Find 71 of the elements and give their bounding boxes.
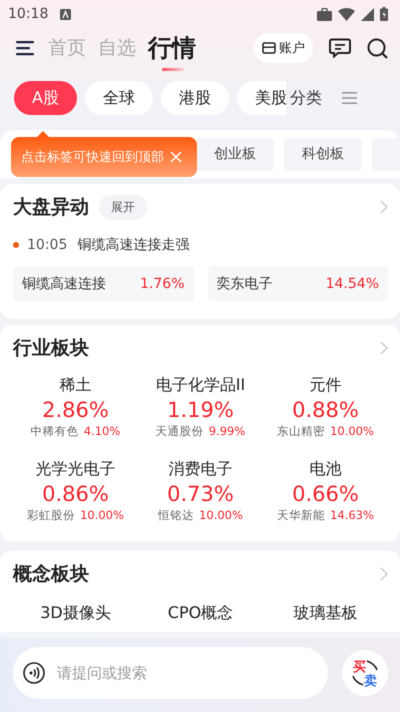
search-field[interactable]: 请提问或搜索: [13, 647, 328, 699]
sub-tab[interactable]: 科创板: [284, 138, 362, 170]
sell-label: 卖: [364, 673, 377, 690]
tooltip-text: 点击标签可快速回到顶部: [21, 149, 164, 166]
sector-change: 0.88%: [292, 398, 359, 422]
sector-name[interactable]: 电池: [310, 459, 342, 480]
section-title: 概念板块: [13, 562, 89, 587]
leader-stock: 彩虹股份: [27, 508, 76, 523]
stock-name: 奕东电子: [216, 274, 272, 292]
wallet-icon: [262, 42, 276, 54]
chevron-right-icon[interactable]: [380, 567, 388, 581]
chevron-right-icon[interactable]: [380, 200, 388, 214]
leader-stock: 天通股份: [156, 424, 204, 439]
market-tab[interactable]: 港股: [160, 81, 229, 115]
stock-name: 铜缆高速连接: [22, 274, 106, 292]
leader-stock: 恒铭达: [158, 508, 194, 523]
event-text: 铜缆高速连接走强: [77, 236, 190, 254]
sector-name[interactable]: 元件: [310, 375, 342, 396]
leader-change: 10.00%: [80, 508, 124, 523]
buy-label: 买: [353, 659, 366, 675]
trade-button[interactable]: 买 卖: [342, 650, 388, 696]
sector-name[interactable]: 光学光电子: [36, 459, 116, 480]
leader-stock: 中稀有色: [30, 424, 79, 439]
battery-icon: [380, 7, 388, 21]
sub-tab[interactable]: 创业板: [196, 138, 274, 170]
sector-change: 0.86%: [42, 482, 109, 506]
sector-name[interactable]: 3D摄像头: [40, 603, 111, 624]
close-icon[interactable]: [170, 151, 182, 163]
menu-icon[interactable]: [16, 40, 36, 56]
stock-chip[interactable]: 奕东电子 14.54%: [208, 266, 388, 301]
market-tab[interactable]: A股: [14, 81, 77, 115]
leader-stock: 东山精密: [277, 424, 326, 439]
leader-change: 9.99%: [208, 424, 246, 439]
market-tab[interactable]: 全球: [84, 81, 153, 115]
sector-name[interactable]: CPO概念: [168, 603, 234, 624]
bullet-dot-icon: [13, 242, 19, 248]
status-time: 10:18: [8, 6, 48, 22]
sector-change: 1.19%: [167, 398, 234, 422]
section-title: 行业板块: [13, 336, 89, 361]
signal-icon: [361, 8, 374, 20]
sector-name[interactable]: 玻璃基板: [294, 603, 358, 624]
briefcase-icon: [317, 8, 332, 20]
sector-name[interactable]: 消费电子: [168, 459, 232, 480]
leader-change: 4.10%: [84, 424, 120, 439]
stock-change: 1.76%: [140, 276, 184, 292]
stock-chip[interactable]: 铜缆高速连接 1.76%: [13, 266, 194, 301]
nav-tab[interactable]: 行情: [148, 24, 196, 72]
leader-change: 14.63%: [330, 508, 374, 523]
account-button[interactable]: 账户: [254, 33, 313, 63]
leader-stock: 天华新能: [277, 508, 326, 523]
message-icon[interactable]: [329, 38, 351, 58]
category-link[interactable]: 分类: [290, 88, 322, 108]
search-icon[interactable]: [367, 38, 388, 58]
list-icon[interactable]: [342, 91, 358, 105]
sector-change: 0.66%: [292, 482, 359, 506]
leader-change: 10.00%: [199, 508, 243, 523]
voice-icon[interactable]: [23, 662, 45, 684]
wifi-icon: [338, 8, 355, 20]
sector-change: 2.86%: [42, 398, 109, 422]
stock-change: 14.54%: [326, 276, 379, 292]
sector-change: 0.73%: [167, 482, 234, 506]
chevron-right-icon[interactable]: [380, 341, 388, 355]
notification-icon: [60, 8, 72, 20]
leader-change: 10.00%: [330, 424, 374, 439]
sector-name[interactable]: 电子化学品II: [156, 375, 246, 396]
account-label: 账户: [279, 40, 305, 57]
event-time: 10:05: [27, 237, 68, 253]
sector-name[interactable]: 稀土: [60, 375, 92, 396]
section-title: 大盘异动: [13, 195, 89, 220]
market-tab[interactable]: 美股: [236, 81, 286, 115]
expand-button[interactable]: 展开: [99, 194, 147, 220]
